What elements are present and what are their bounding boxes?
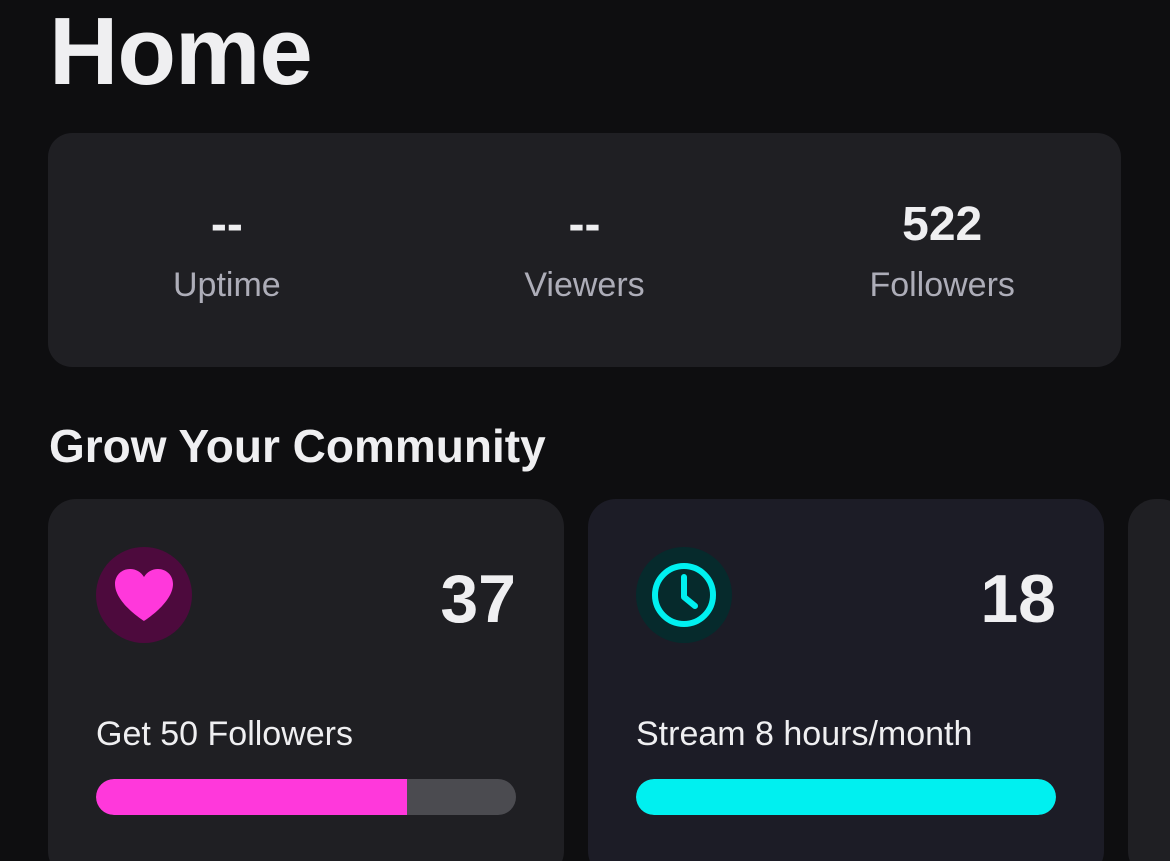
- goal-card-followers[interactable]: 37 Get 50 Followers: [48, 499, 564, 861]
- stat-value: --: [210, 198, 243, 251]
- goal-label: Stream 8 hours/month: [636, 715, 973, 753]
- goal-icon-badge: [636, 547, 732, 643]
- stat-followers: 522 Followers: [763, 133, 1121, 367]
- goal-count: 18: [980, 561, 1056, 637]
- page-title: Home: [49, 0, 313, 105]
- stat-label: Uptime: [172, 266, 281, 304]
- stat-viewers: -- Viewers: [406, 133, 764, 367]
- stat-label: Followers: [869, 266, 1015, 304]
- goal-progress-bar: [636, 779, 1056, 815]
- section-title: Grow Your Community: [49, 420, 546, 472]
- clock-icon: [652, 563, 716, 627]
- home-screen: Home -- Uptime -- Viewers 522 Followers …: [0, 0, 1170, 861]
- stat-value: --: [568, 198, 601, 251]
- goal-count: 37: [440, 561, 516, 637]
- stat-uptime: -- Uptime: [48, 133, 406, 367]
- goal-progress-bar: [96, 779, 516, 815]
- goal-progress-fill: [636, 779, 1056, 815]
- goal-progress-fill: [96, 779, 407, 815]
- goal-card-stream-hours[interactable]: 18 Stream 8 hours/month: [588, 499, 1104, 861]
- stats-card: -- Uptime -- Viewers 522 Followers: [48, 133, 1121, 367]
- heart-icon: [115, 569, 173, 621]
- goal-label: Get 50 Followers: [96, 715, 353, 753]
- stat-value: 522: [902, 198, 983, 251]
- stat-label: Viewers: [524, 266, 645, 304]
- goal-icon-badge: [96, 547, 192, 643]
- goal-card-partial[interactable]: [1128, 499, 1170, 861]
